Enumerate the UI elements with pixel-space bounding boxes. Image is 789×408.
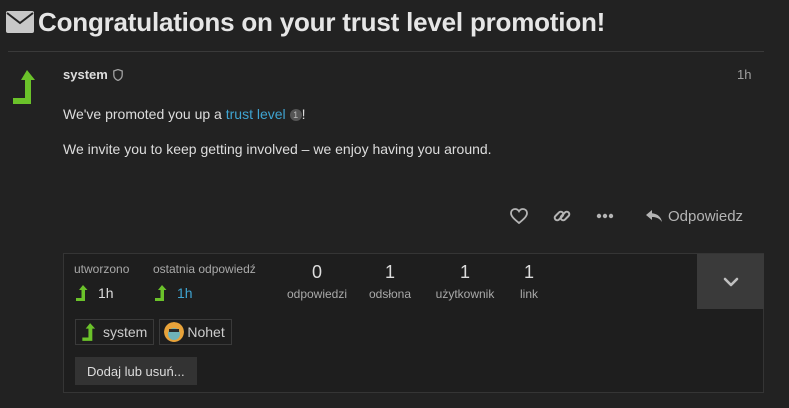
reply-icon [646, 210, 662, 222]
post-username[interactable]: system [63, 67, 108, 82]
system-avatar-small [155, 285, 167, 301]
participant-name: Nohet [187, 324, 225, 340]
like-button[interactable] [510, 204, 528, 228]
post-paragraph-2: We invite you to keep getting involved –… [63, 141, 492, 157]
views-stat: 1 odsłona [362, 262, 418, 301]
reply-label: Odpowiedz [668, 207, 744, 225]
post-actions: Odpowiedz [500, 204, 760, 228]
expand-topic-map-button[interactable] [697, 254, 764, 309]
more-options-button[interactable] [596, 204, 614, 228]
post-text-suffix: ! [301, 106, 306, 122]
last-reply-stat[interactable]: ostatnia odpowiedź 1h [153, 262, 256, 302]
link-icon [553, 210, 571, 222]
post-date[interactable]: 1h [737, 67, 751, 82]
users-label: użytkownik [435, 287, 495, 301]
replies-label: odpowiedzi [286, 287, 348, 301]
views-label: odsłona [368, 287, 412, 301]
users-stat: 1 użytkownik [429, 262, 501, 301]
participant-system[interactable]: system [75, 319, 155, 345]
users-count: 1 [459, 262, 470, 282]
nohet-avatar [164, 322, 185, 342]
last-reply-label: ostatnia odpowiedź [153, 262, 256, 276]
trust-level-link[interactable]: trust level [226, 106, 286, 122]
links-label: link [519, 287, 538, 301]
system-avatar-small [76, 285, 88, 301]
reply-button[interactable]: Odpowiedz [645, 204, 743, 228]
more-icon [596, 213, 614, 219]
participant-nohet[interactable]: Nohet [159, 319, 232, 345]
replies-stat: 0 odpowiedzi [282, 262, 352, 301]
links-count: 1 [523, 262, 534, 282]
post-paragraph-1: We've promoted you up a trust level 1! [63, 106, 753, 122]
participant-name: system [103, 324, 148, 340]
envelope-icon [6, 11, 34, 33]
last-reply-time[interactable]: 1h [177, 285, 193, 301]
header-divider [8, 51, 764, 52]
shield-icon [112, 68, 123, 81]
topic-map: utworzono 1h ostatnia odpowiedź 1h 0 odp… [63, 253, 764, 393]
created-stat[interactable]: utworzono 1h [74, 262, 129, 302]
topic-header: Congratulations on your trust level prom… [6, 5, 605, 39]
created-label: utworzono [74, 262, 130, 276]
system-avatar[interactable] [10, 68, 40, 106]
post-text-prefix: We've promoted you up a [63, 106, 226, 122]
post-content: We've promoted you up a trust level 1! We… [63, 106, 753, 157]
system-avatar-small [82, 323, 96, 341]
chevron-down-icon [723, 277, 738, 286]
post-author: system [63, 67, 123, 82]
link-click-count: 1 [289, 109, 302, 121]
replies-count: 0 [311, 262, 322, 282]
add-remove-participants-button[interactable]: Dodaj lub usuń... [75, 357, 197, 385]
topic-title[interactable]: Congratulations on your trust level prom… [38, 7, 605, 38]
participants-list: system Nohet [75, 319, 232, 345]
created-time: 1h [98, 285, 114, 301]
share-link-button[interactable] [553, 204, 571, 228]
heart-icon [510, 208, 528, 224]
views-count: 1 [384, 262, 395, 282]
links-stat: 1 link [512, 262, 546, 301]
